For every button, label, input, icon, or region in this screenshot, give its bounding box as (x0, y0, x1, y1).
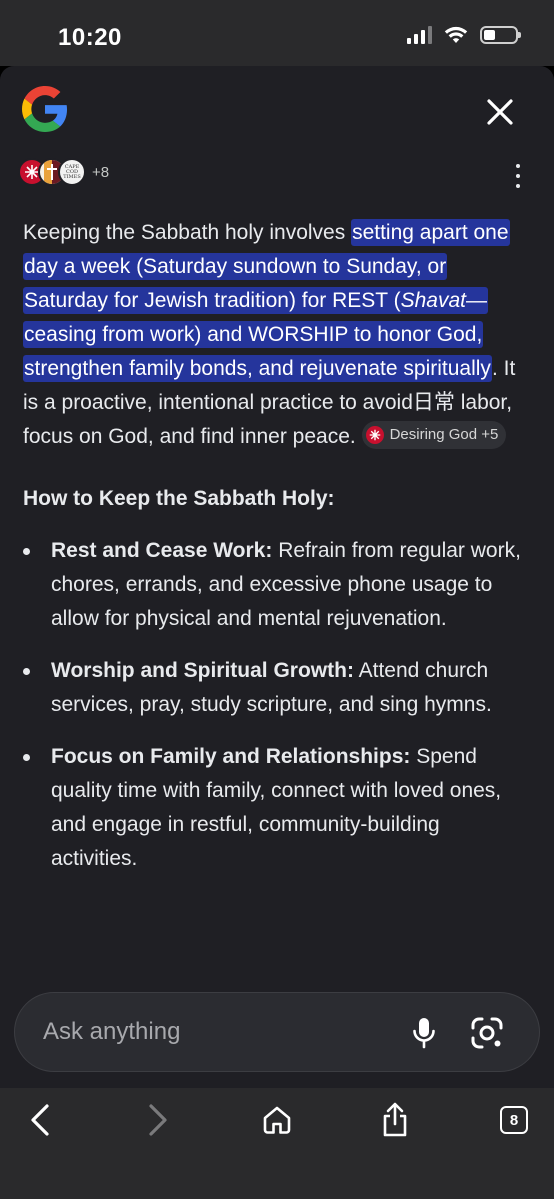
back-button[interactable] (22, 1102, 58, 1138)
highlight-italic: Shavat (400, 289, 466, 312)
source-avatars[interactable]: CAPE COD TIMES +8 (18, 158, 109, 186)
ask-input[interactable] (43, 1015, 373, 1049)
wifi-icon (444, 26, 468, 43)
answer-intro: Keeping the Sabbath holy involves (23, 221, 352, 244)
chevron-left-icon (31, 1104, 49, 1136)
ask-bar (14, 992, 540, 1072)
status-bar: 10:20 (0, 0, 554, 66)
chevron-right-icon (149, 1104, 167, 1136)
bullet-title: Focus on Family and Relationships: (51, 745, 411, 768)
desiring-god-icon (365, 426, 384, 444)
tabs-count-icon: 8 (500, 1106, 528, 1134)
microphone-icon[interactable] (411, 1017, 437, 1049)
more-options-icon[interactable] (508, 164, 528, 188)
list-item: Worship and Spiritual Growth: Attend chu… (23, 654, 531, 722)
tabs-button[interactable]: 8 (496, 1102, 532, 1138)
citation-chip[interactable]: Desiring God +5 (361, 421, 507, 449)
bullet-list: Rest and Cease Work: Refrain from regula… (23, 534, 531, 876)
browser-toolbar: 8 (0, 1088, 554, 1199)
google-lens-icon[interactable] (471, 1017, 503, 1049)
battery-level (484, 30, 495, 40)
answer-body: Keeping the Sabbath holy involves settin… (23, 216, 531, 894)
bullet-title: Worship and Spiritual Growth: (51, 659, 354, 682)
share-button[interactable] (377, 1102, 413, 1138)
cellular-signal-icon (407, 26, 432, 44)
answer-paragraph: Keeping the Sabbath holy involves settin… (23, 216, 531, 454)
status-icons (407, 26, 521, 44)
section-heading: How to Keep the Sabbath Holy: (23, 487, 335, 510)
more-sources-count: +8 (92, 163, 110, 181)
status-time: 10:20 (58, 24, 122, 51)
share-icon (383, 1102, 407, 1137)
bullet-title: Rest and Cease Work: (51, 539, 273, 562)
google-logo-icon (22, 86, 68, 132)
battery-icon (480, 26, 521, 44)
citation-chip-label: Desiring God +5 (389, 426, 499, 443)
list-item: Focus on Family and Relationships: Spend… (23, 740, 531, 876)
forward-button[interactable] (140, 1102, 176, 1138)
list-item: Rest and Cease Work: Refrain from regula… (23, 534, 531, 636)
ai-answer-sheet: CAPE COD TIMES +8 Keeping the Sabbath ho… (0, 66, 554, 1088)
close-icon[interactable] (482, 94, 518, 130)
cape-cod-times-source-icon: CAPE COD TIMES (58, 158, 86, 186)
home-icon (263, 1106, 291, 1134)
home-button[interactable] (259, 1102, 295, 1138)
